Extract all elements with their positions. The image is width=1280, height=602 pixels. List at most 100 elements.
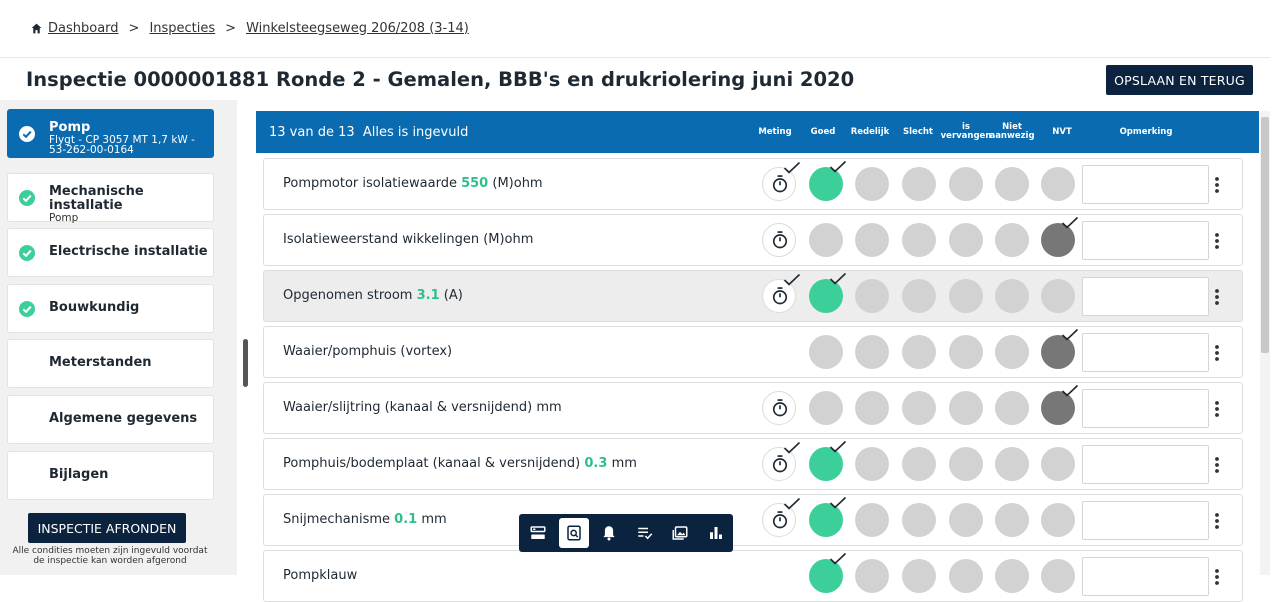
checklist-row: Pompmotor isolatiewaarde 550 (M)ohm: [263, 158, 1243, 210]
more-options-icon[interactable]: [1212, 399, 1222, 419]
rating-redelijk[interactable]: [855, 503, 889, 537]
rating-slecht[interactable]: [902, 391, 936, 425]
more-options-icon[interactable]: [1212, 343, 1222, 363]
toolbar-button-inspect-search[interactable]: [558, 518, 589, 548]
sidebar-item[interactable]: Meterstanden: [7, 339, 214, 388]
rating-slecht[interactable]: [902, 335, 936, 369]
rating-nvt[interactable]: [1041, 279, 1075, 313]
remark-input[interactable]: [1082, 501, 1209, 540]
completion-status: 13 van de 13 Alles is ingevuld: [269, 125, 468, 140]
rating-niet-aanwezig[interactable]: [995, 559, 1029, 593]
checkmark-icon: [1061, 328, 1079, 341]
sidebar-item-title: Pomp: [49, 120, 91, 135]
rating-redelijk[interactable]: [855, 167, 889, 201]
breadcrumb-inspecties[interactable]: Inspecties: [149, 21, 215, 36]
rating-goed[interactable]: [809, 440, 847, 481]
rating-niet-aanwezig[interactable]: [995, 279, 1029, 313]
meting-button[interactable]: [762, 273, 801, 313]
rating-goed[interactable]: [809, 552, 847, 593]
meting-button[interactable]: [762, 223, 796, 257]
more-options-icon[interactable]: [1212, 567, 1222, 587]
rating-vervangen[interactable]: [949, 503, 983, 537]
remark-input[interactable]: [1082, 445, 1209, 484]
rating-nvt[interactable]: [1041, 559, 1075, 593]
sidebar-item[interactable]: Electrische installatie: [7, 228, 214, 277]
rating-nvt[interactable]: [1041, 503, 1075, 537]
rating-nvt[interactable]: [1041, 447, 1075, 481]
remark-input[interactable]: [1082, 221, 1209, 260]
rating-redelijk[interactable]: [855, 559, 889, 593]
toolbar-button-chart[interactable]: [701, 518, 731, 548]
sidebar-item[interactable]: Mechanische installatie Pomp: [7, 173, 214, 223]
toolbar-button-photos[interactable]: [665, 518, 695, 548]
rating-nvt[interactable]: [1041, 167, 1075, 201]
more-options-icon[interactable]: [1212, 511, 1222, 531]
rating-slecht[interactable]: [902, 559, 936, 593]
finish-inspection-button[interactable]: INSPECTIE AFRONDEN: [28, 513, 186, 543]
rating-vervangen[interactable]: [949, 391, 983, 425]
rating-redelijk[interactable]: [855, 223, 889, 257]
meting-button[interactable]: [762, 161, 801, 201]
rating-slecht[interactable]: [902, 447, 936, 481]
main-scrollbar-thumb[interactable]: [1261, 117, 1269, 353]
checkmark-icon: [783, 273, 801, 286]
rating-niet-aanwezig[interactable]: [995, 447, 1029, 481]
more-options-icon[interactable]: [1212, 287, 1222, 307]
remark-input[interactable]: [1082, 165, 1209, 204]
rating-niet-aanwezig[interactable]: [995, 167, 1029, 201]
rating-vervangen[interactable]: [949, 223, 983, 257]
rating-slecht[interactable]: [902, 223, 936, 257]
checklist-row: Waaier/pomphuis (vortex): [263, 326, 1243, 378]
measurement-value: 0.3: [584, 456, 608, 471]
breadcrumb-location[interactable]: Winkelsteegseweg 206/208 (3-14): [246, 21, 469, 36]
more-options-icon[interactable]: [1212, 175, 1222, 195]
meting-button[interactable]: [762, 391, 796, 425]
sidebar-scrollbar[interactable]: [243, 339, 248, 387]
meting-button[interactable]: [762, 441, 801, 481]
save-and-back-button[interactable]: OPSLAAN EN TERUG: [1106, 65, 1253, 95]
more-options-icon[interactable]: [1212, 231, 1222, 251]
rating-niet-aanwezig[interactable]: [995, 335, 1029, 369]
rating-nvt[interactable]: [1041, 216, 1079, 257]
rating-nvt[interactable]: [1041, 384, 1079, 425]
remark-input[interactable]: [1082, 333, 1209, 372]
rating-vervangen[interactable]: [949, 279, 983, 313]
rating-redelijk[interactable]: [855, 391, 889, 425]
rating-nvt[interactable]: [1041, 328, 1079, 369]
sidebar-item[interactable]: Bijlagen: [7, 451, 214, 500]
rating-slecht[interactable]: [902, 167, 936, 201]
rating-redelijk[interactable]: [855, 335, 889, 369]
rating-goed[interactable]: [809, 223, 843, 257]
rating-vervangen[interactable]: [949, 335, 983, 369]
main-scrollbar[interactable]: [1260, 111, 1270, 575]
meting-button[interactable]: [762, 497, 801, 537]
column-header-niet-aanwezig: Niet aanwezig: [989, 122, 1035, 141]
rating-goed[interactable]: [809, 496, 847, 537]
rating-vervangen[interactable]: [949, 559, 983, 593]
sidebar-item[interactable]: Pomp Flygt - CP 3057 MT 1,7 kW - 53-262-0…: [7, 109, 214, 158]
rating-vervangen[interactable]: [949, 447, 983, 481]
rating-goed[interactable]: [809, 335, 843, 369]
remark-input[interactable]: [1082, 557, 1209, 596]
rating-redelijk[interactable]: [855, 447, 889, 481]
toolbar-button-bell[interactable]: [594, 518, 624, 548]
rating-vervangen[interactable]: [949, 167, 983, 201]
rating-niet-aanwezig[interactable]: [995, 391, 1029, 425]
checkmark-icon: [829, 552, 847, 565]
remark-input[interactable]: [1082, 389, 1209, 428]
toolbar-button-list-view[interactable]: [523, 518, 553, 548]
rating-niet-aanwezig[interactable]: [995, 223, 1029, 257]
rating-redelijk[interactable]: [855, 279, 889, 313]
sidebar-item[interactable]: Bouwkundig: [7, 284, 214, 333]
more-options-icon[interactable]: [1212, 455, 1222, 475]
breadcrumb-dashboard[interactable]: Dashboard: [48, 21, 119, 36]
rating-goed[interactable]: [809, 391, 843, 425]
sidebar-item[interactable]: Algemene gegevens: [7, 395, 214, 444]
rating-goed[interactable]: [809, 160, 847, 201]
toolbar-button-checklist[interactable]: [630, 518, 660, 548]
remark-input[interactable]: [1082, 277, 1209, 316]
rating-slecht[interactable]: [902, 279, 936, 313]
rating-slecht[interactable]: [902, 503, 936, 537]
rating-goed[interactable]: [809, 272, 847, 313]
rating-niet-aanwezig[interactable]: [995, 503, 1029, 537]
